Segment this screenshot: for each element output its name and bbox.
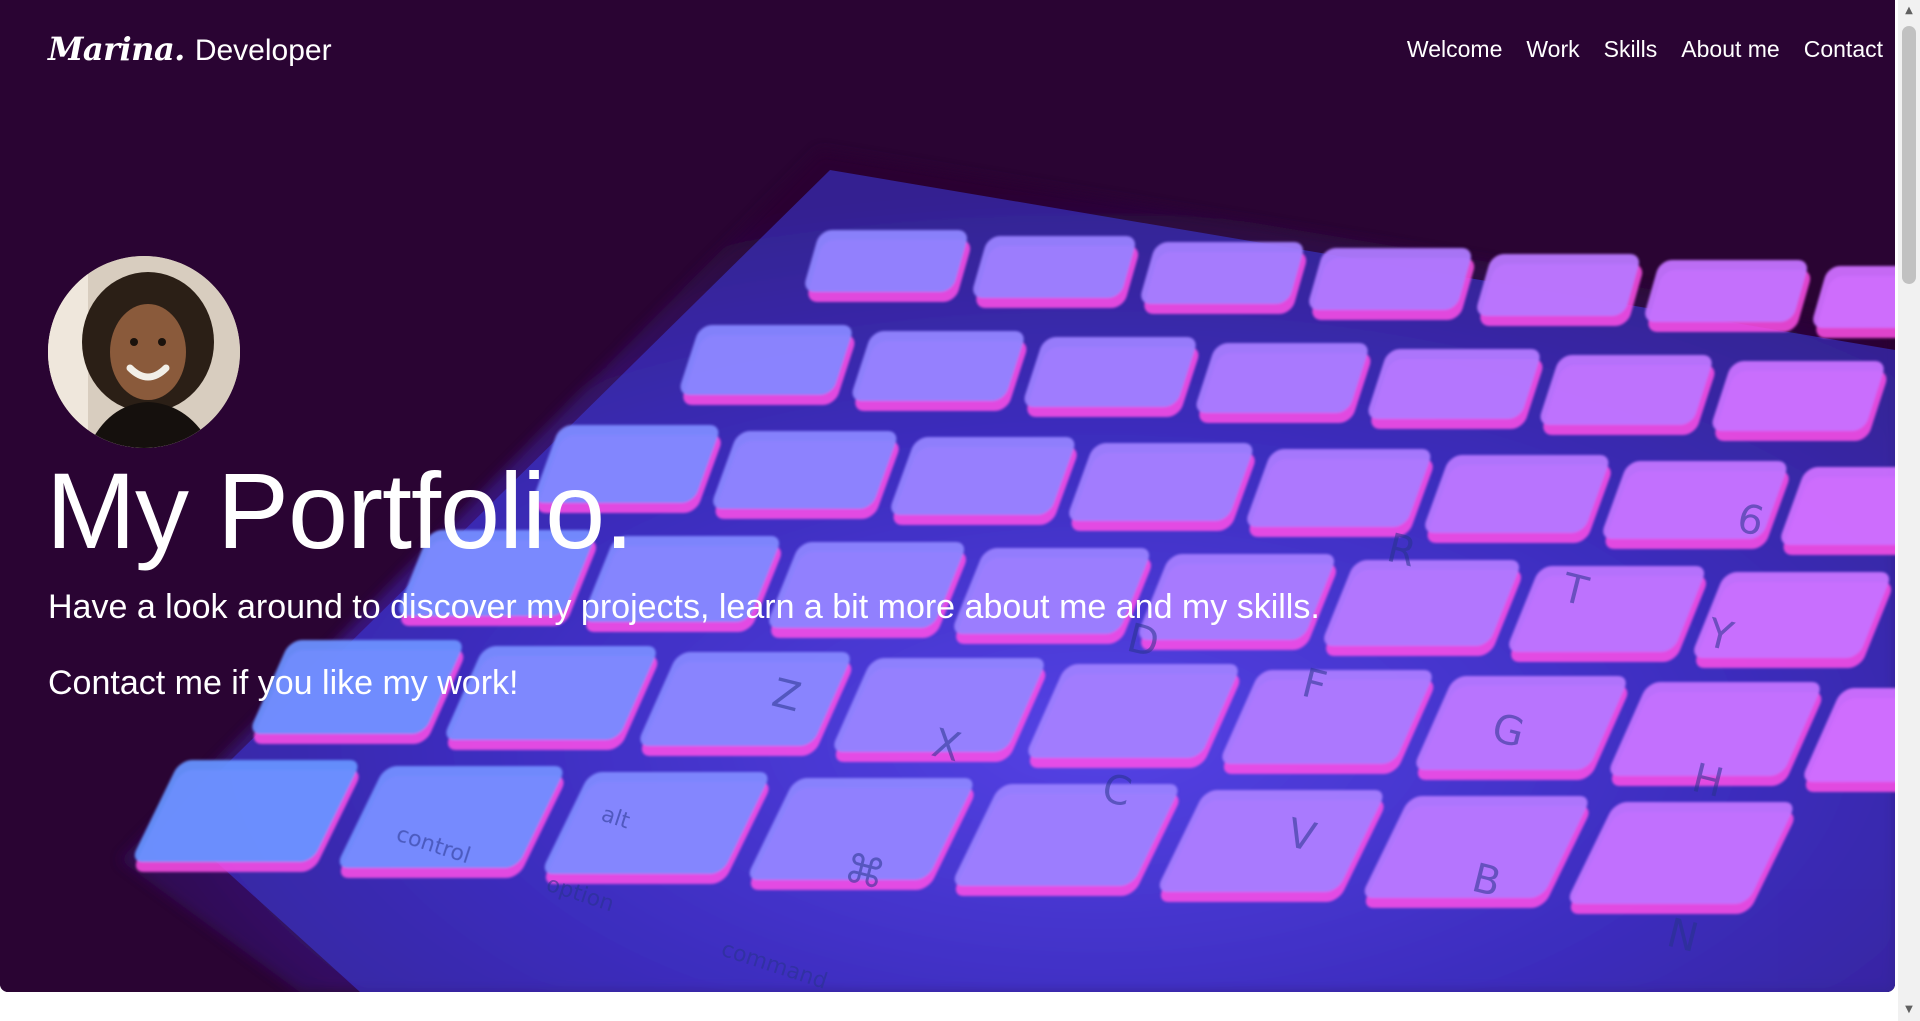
keyboard-key — [1024, 337, 1199, 417]
brand-name: Marina. — [48, 30, 185, 68]
hero-contact-text: Contact me if you like my work! — [48, 664, 519, 702]
keyboard-key — [1645, 260, 1811, 332]
brand-logo[interactable]: Marina. Developer — [48, 30, 332, 68]
nav-link-contact[interactable]: Contact — [1804, 36, 1883, 63]
nav-link-about-me[interactable]: About me — [1681, 36, 1779, 63]
keyboard-key — [1540, 355, 1715, 435]
brand-role: Developer — [194, 34, 332, 67]
nav-menu: Welcome Work Skills About me Contact — [1407, 36, 1883, 63]
hero-section: R T Y D F G H Z X C V B N 6 ⌘ alt option command control M… — [0, 0, 1895, 992]
page-scrollbar[interactable]: ▲ ▼ — [1898, 0, 1920, 1021]
nav-link-skills[interactable]: Skills — [1604, 36, 1658, 63]
keyboard-key — [1196, 343, 1371, 423]
keyboard-key — [713, 431, 899, 519]
page-title: My Portfolio. — [46, 450, 634, 571]
keyboard-key — [1368, 349, 1543, 429]
profile-avatar — [48, 256, 240, 448]
nav-link-work[interactable]: Work — [1526, 36, 1579, 63]
keyboard-key — [852, 331, 1027, 411]
scrollbar-thumb[interactable] — [1902, 26, 1916, 284]
profile-photo-image — [48, 256, 240, 448]
keyboard-key — [1069, 443, 1255, 531]
scroll-up-arrow-icon[interactable]: ▲ — [1898, 2, 1920, 20]
top-navigation: Marina. Developer Welcome Work Skills Ab… — [48, 30, 1883, 68]
keyboard-key — [1477, 254, 1643, 326]
keyboard-key — [1247, 449, 1433, 537]
keyboard-key — [1309, 248, 1475, 320]
keyboard-key — [973, 236, 1139, 308]
keyboard-key — [805, 230, 971, 302]
keyboard-key — [1425, 455, 1611, 543]
keyboard-key — [891, 437, 1077, 525]
keyboard-key — [1712, 361, 1887, 441]
keyboard-key — [1141, 242, 1307, 314]
keyboard-key — [680, 325, 855, 405]
nav-link-welcome[interactable]: Welcome — [1407, 36, 1502, 63]
scroll-down-arrow-icon[interactable]: ▼ — [1898, 1001, 1920, 1019]
hero-intro-text: Have a look around to discover my projec… — [48, 588, 1320, 626]
